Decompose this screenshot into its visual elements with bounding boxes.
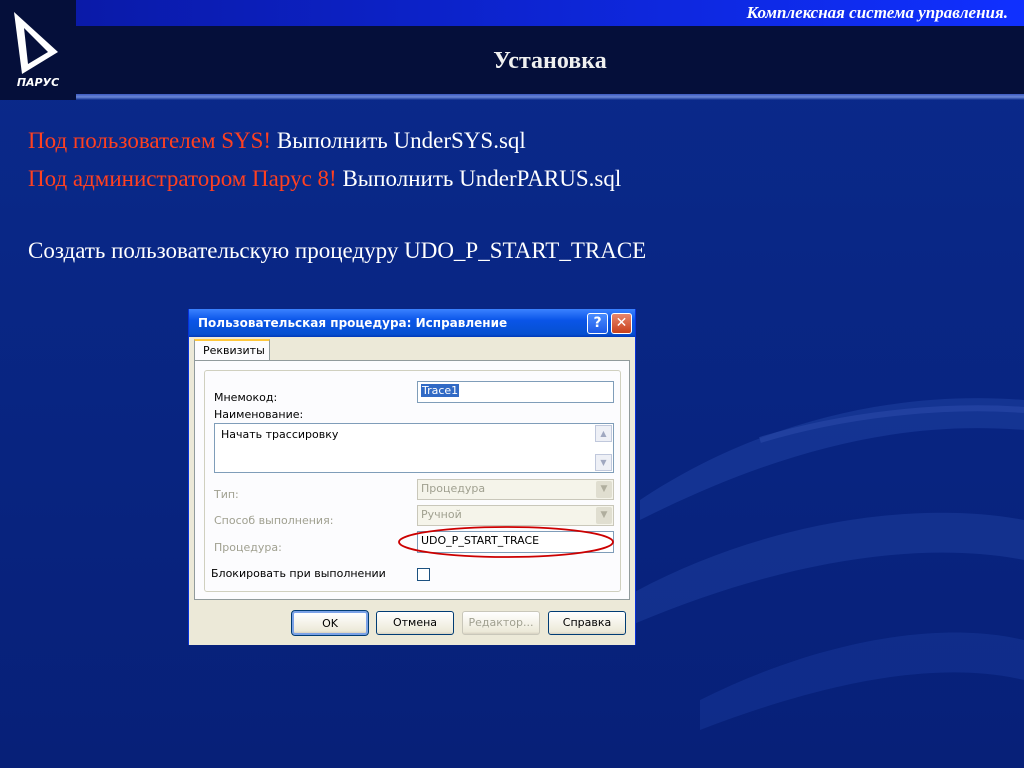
instruction-line-3: Создать пользовательскую процедуру UDO_P… <box>28 238 647 263</box>
instruction-1-action: Выполнить UnderSYS.sql <box>271 128 526 153</box>
name-value: Начать трассировку <box>221 428 339 441</box>
type-select[interactable]: Процедура ▼ <box>417 479 614 500</box>
name-label: Наименование: <box>214 408 304 421</box>
logo-text: ПАРУС <box>17 76 59 89</box>
cancel-button[interactable]: Отмена <box>376 611 454 635</box>
procedure-label: Процедура: <box>214 541 282 554</box>
name-textarea[interactable]: Начать трассировку ▲ ▼ <box>214 423 614 473</box>
exec-mode-value: Ручной <box>421 508 462 521</box>
instruction-1-condition: Под пользователем SYS! <box>28 128 272 153</box>
close-icon[interactable]: ✕ <box>611 313 632 334</box>
chevron-down-icon[interactable]: ▼ <box>596 507 612 524</box>
mnemocode-value: Trace1 <box>421 384 460 397</box>
tab-requisites[interactable]: Реквизиты <box>194 339 270 361</box>
highlight-ellipse <box>398 526 614 558</box>
editor-button[interactable]: Редактор... <box>462 611 540 635</box>
chevron-down-icon[interactable]: ▼ <box>596 481 612 498</box>
scroll-down-icon[interactable]: ▼ <box>595 454 612 471</box>
dialog-title: Пользовательская процедура: Исправление <box>198 316 508 330</box>
help-button[interactable]: Справка <box>548 611 626 635</box>
scroll-up-icon[interactable]: ▲ <box>595 425 612 442</box>
block-checkbox[interactable] <box>417 568 430 581</box>
mnemocode-input[interactable]: Trace1 <box>417 381 614 403</box>
title-bar: Установка <box>76 26 1024 94</box>
parus-logo: ПАРУС <box>0 0 76 100</box>
dialog-titlebar[interactable]: Пользовательская процедура: Исправление … <box>189 309 635 337</box>
page-title: Установка <box>493 48 607 74</box>
header-divider <box>76 94 1024 100</box>
help-icon[interactable]: ? <box>587 313 608 334</box>
instruction-line-2: Под администратором Парус 8! Выполнить U… <box>28 166 621 192</box>
ok-button[interactable]: OK <box>291 610 369 636</box>
type-label: Тип: <box>214 488 239 501</box>
sail-icon: ПАРУС <box>14 12 59 89</box>
top-bar: Комплексная система управления. <box>76 0 1024 26</box>
instruction-2-action: Выполнить UnderPARUS.sql <box>336 166 622 191</box>
exec-mode-label: Способ выполнения: <box>214 514 334 527</box>
instruction-2-condition: Под администратором Парус 8! <box>28 166 337 191</box>
header-subtitle: Комплексная система управления. <box>746 3 1008 22</box>
instruction-line-1: Под пользователем SYS! Выполнить UnderSY… <box>28 128 526 154</box>
procedure-dialog: Пользовательская процедура: Исправление … <box>188 309 636 645</box>
mnemocode-label: Мнемокод: <box>214 391 278 404</box>
type-value: Процедура <box>421 482 486 495</box>
block-label: Блокировать при выполнении <box>211 567 386 580</box>
